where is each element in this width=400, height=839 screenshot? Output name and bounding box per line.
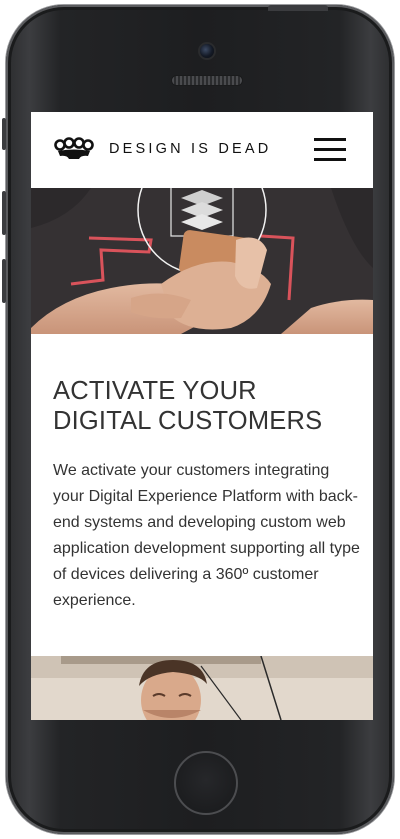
volume-up-button xyxy=(2,191,6,235)
brand-name[interactable]: DESIGN IS DEAD xyxy=(109,141,271,157)
main-content: ACTIVATE YOUR DIGITAL CUSTOMERS We activ… xyxy=(31,334,373,656)
page-title: ACTIVATE YOUR DIGITAL CUSTOMERS xyxy=(53,376,353,436)
volume-down-button xyxy=(2,259,6,303)
phone-screen: DESIGN IS DEAD ACTIVATE YOUR DIGITAL CUS… xyxy=(31,112,373,720)
page-title-line-1: ACTIVATE YOUR xyxy=(53,377,257,405)
power-button xyxy=(268,5,328,11)
front-camera xyxy=(200,44,214,58)
home-button[interactable] xyxy=(174,751,238,815)
man-at-desk-photo xyxy=(31,656,373,720)
mute-switch xyxy=(2,118,6,150)
earpiece-speaker xyxy=(172,76,242,85)
page-title-line-2: DIGITAL CUSTOMERS xyxy=(53,407,323,435)
person-holding-smartphone-photo xyxy=(31,188,373,334)
hamburger-menu-icon[interactable] xyxy=(314,138,346,162)
hero-photo xyxy=(31,188,373,334)
secondary-photo xyxy=(31,656,373,720)
brass-knuckles-icon[interactable] xyxy=(54,136,94,162)
intro-paragraph: We activate your customers integrating y… xyxy=(53,462,360,609)
site-header: DESIGN IS DEAD xyxy=(31,112,373,188)
